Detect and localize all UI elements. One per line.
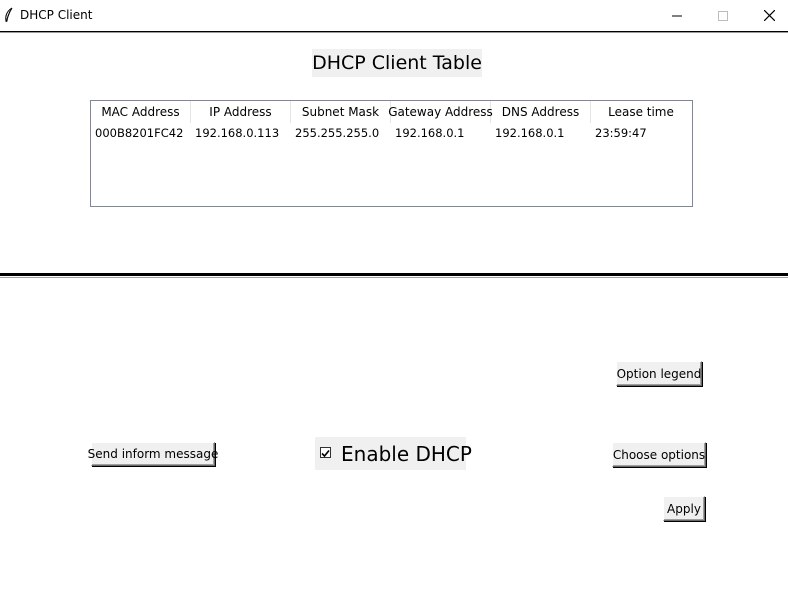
minimize-button[interactable] xyxy=(654,0,700,31)
window-title: DHCP Client xyxy=(20,8,93,22)
cell-lease: 23:59:47 xyxy=(595,126,647,140)
table-header: MAC Address IP Address Subnet Mask Gatew… xyxy=(91,101,692,123)
cell-gateway: 192.168.0.1 xyxy=(395,126,465,140)
maximize-button[interactable] xyxy=(700,0,746,31)
checkmark-icon xyxy=(321,443,330,462)
close-button[interactable] xyxy=(746,0,788,31)
section-divider-shadow xyxy=(0,277,788,278)
column-header-dns[interactable]: DNS Address xyxy=(491,101,591,123)
column-header-lease[interactable]: Lease time xyxy=(591,101,691,123)
send-inform-message-button[interactable]: Send inform message xyxy=(88,442,218,466)
cell-subnet: 255.255.255.0 xyxy=(295,126,380,140)
column-header-mac[interactable]: MAC Address xyxy=(91,101,191,123)
column-header-gateway[interactable]: Gateway Address xyxy=(388,101,493,123)
enable-dhcp-label: Enable DHCP xyxy=(341,442,472,466)
column-header-ip[interactable]: IP Address xyxy=(191,101,291,123)
checkbox-indicator[interactable] xyxy=(320,447,331,458)
cell-dns: 192.168.0.1 xyxy=(495,126,565,140)
feather-icon xyxy=(3,7,15,23)
enable-dhcp-checkbox[interactable]: Enable DHCP xyxy=(315,437,472,470)
close-icon xyxy=(763,6,775,25)
apply-button[interactable]: Apply xyxy=(663,496,705,521)
page-title: DHCP Client Table xyxy=(312,49,482,77)
section-divider xyxy=(0,273,788,276)
maximize-icon xyxy=(718,6,728,25)
column-header-subnet[interactable]: Subnet Mask xyxy=(291,101,391,123)
title-bar: DHCP Client xyxy=(0,0,788,33)
choose-options-button[interactable]: Choose options xyxy=(612,442,706,467)
option-legend-button[interactable]: Option legend xyxy=(616,361,702,386)
dhcp-client-window: DHCP Client DHCP Client Table MAC Addres… xyxy=(0,0,788,597)
dhcp-client-table[interactable]: MAC Address IP Address Subnet Mask Gatew… xyxy=(90,100,693,207)
cell-mac: 000B8201FC42 xyxy=(95,126,184,140)
cell-ip: 192.168.0.113 xyxy=(195,126,280,140)
minimize-icon xyxy=(672,6,682,25)
table-row[interactable]: 000B8201FC42 192.168.0.113 255.255.255.0… xyxy=(91,123,692,143)
